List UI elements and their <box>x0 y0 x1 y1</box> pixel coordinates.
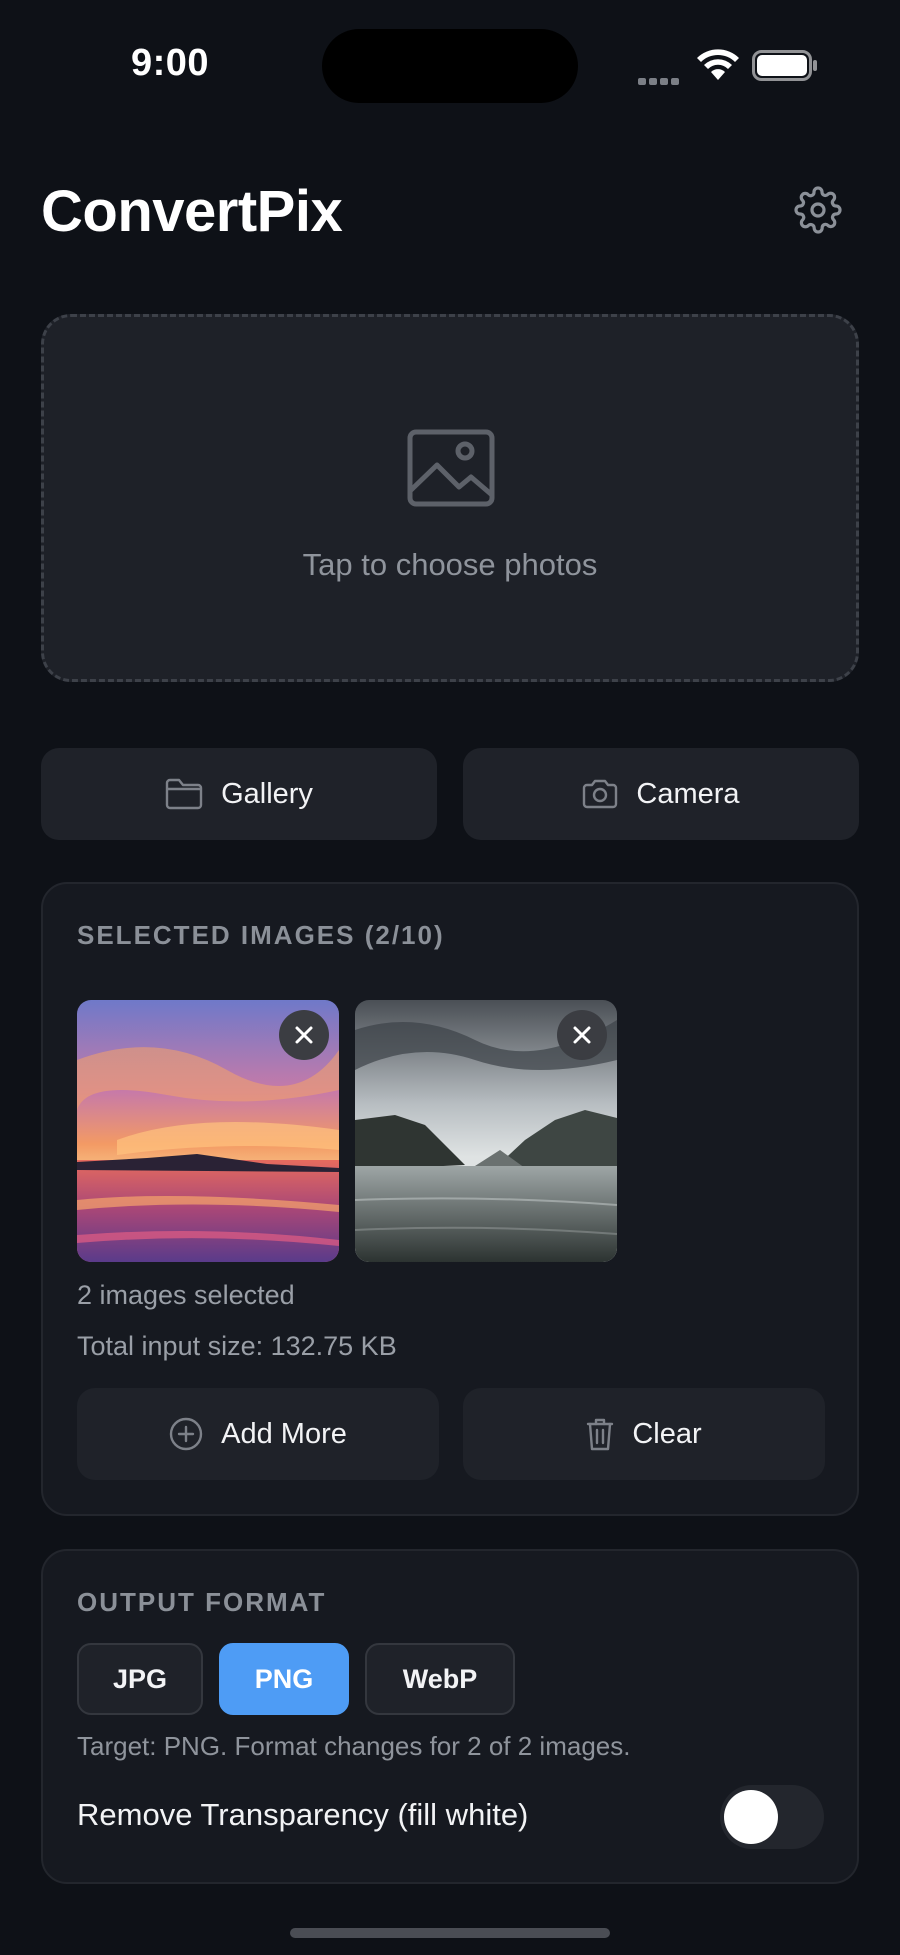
battery-icon <box>752 50 817 81</box>
home-indicator <box>290 1928 610 1938</box>
cellular-signal-icon <box>638 72 682 90</box>
clear-label: Clear <box>632 1417 702 1450</box>
clear-button[interactable]: Clear <box>463 1388 825 1480</box>
screen: 9:00 ConvertPix Tap to choose photos Gal… <box>0 0 900 1955</box>
gallery-label: Gallery <box>221 777 313 810</box>
remove-transparency-label: Remove Transparency (fill white) <box>77 1797 529 1832</box>
settings-button[interactable] <box>792 184 844 236</box>
format-option-png[interactable]: PNG <box>219 1643 349 1715</box>
trash-icon <box>587 1418 614 1451</box>
image-thumbnail[interactable] <box>77 1000 339 1262</box>
status-bar: 9:00 <box>0 0 900 130</box>
remove-image-button[interactable] <box>557 1010 607 1060</box>
dropzone-label: Tap to choose photos <box>302 547 598 582</box>
image-icon <box>407 429 495 507</box>
selected-count-text: 2 images selected <box>77 1280 295 1310</box>
camera-button[interactable]: Camera <box>463 748 859 840</box>
add-more-label: Add More <box>221 1417 347 1450</box>
toggle-knob <box>724 1790 778 1844</box>
image-thumbnail[interactable] <box>355 1000 617 1262</box>
plus-circle-icon <box>169 1417 203 1451</box>
app-title: ConvertPix <box>41 179 343 244</box>
status-time: 9:00 <box>131 42 210 84</box>
format-hint-text: Target: PNG. Format changes for 2 of 2 i… <box>77 1731 631 1761</box>
gear-icon <box>794 186 842 234</box>
dynamic-island <box>322 29 578 103</box>
output-format-title: OUTPUT FORMAT <box>77 1587 327 1617</box>
selected-images-card: SELECTED IMAGES (2/10) 2 images selected… <box>41 882 859 1516</box>
selected-images-title: SELECTED IMAGES (2/10) <box>77 920 445 950</box>
close-icon <box>295 1026 313 1044</box>
format-option-jpg[interactable]: JPG <box>77 1643 203 1715</box>
camera-icon <box>583 779 618 809</box>
remove-transparency-toggle[interactable] <box>720 1785 824 1849</box>
photo-dropzone[interactable]: Tap to choose photos <box>41 314 859 682</box>
folder-icon <box>165 778 203 810</box>
total-size-text: Total input size: 132.75 KB <box>77 1331 397 1361</box>
add-more-button[interactable]: Add More <box>77 1388 439 1480</box>
gallery-button[interactable]: Gallery <box>41 748 437 840</box>
wifi-icon <box>697 49 739 80</box>
close-icon <box>573 1026 591 1044</box>
remove-image-button[interactable] <box>279 1010 329 1060</box>
camera-label: Camera <box>636 777 740 810</box>
output-format-card: OUTPUT FORMAT JPG PNG WebP Target: PNG. … <box>41 1549 859 1884</box>
format-option-webp[interactable]: WebP <box>365 1643 515 1715</box>
